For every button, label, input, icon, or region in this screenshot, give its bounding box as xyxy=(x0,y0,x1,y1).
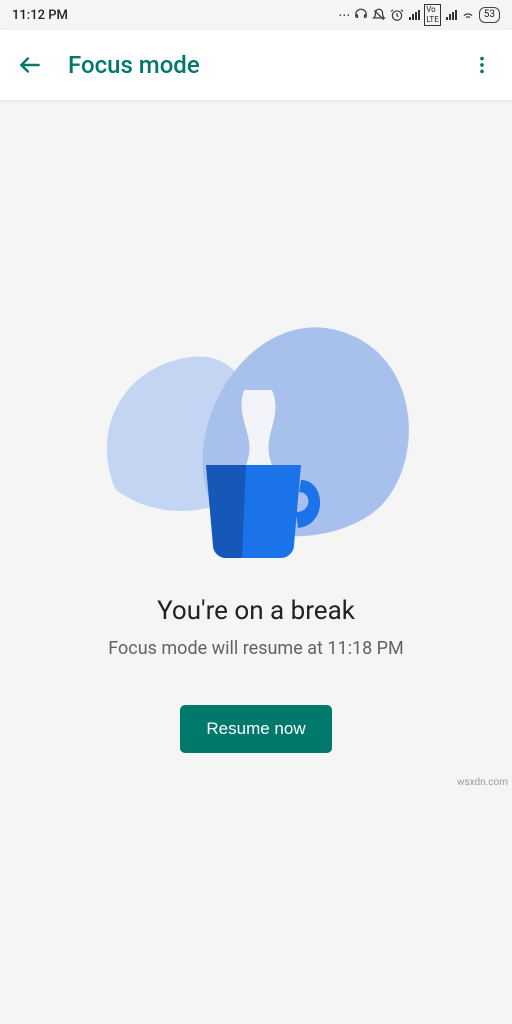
bell-muted-icon xyxy=(372,8,386,22)
headline-text: You're on a break xyxy=(157,596,355,626)
signal-icon xyxy=(408,9,420,21)
status-bar: 11:12 PM ⋯ VoLTE 53 xyxy=(0,0,512,30)
more-dots-icon: ⋯ xyxy=(338,8,350,22)
headphones-icon xyxy=(354,8,368,22)
more-options-button[interactable] xyxy=(462,45,502,85)
wifi-icon xyxy=(461,8,475,22)
break-illustration xyxy=(86,290,426,570)
back-button[interactable] xyxy=(10,45,50,85)
volte-icon: VoLTE xyxy=(424,4,441,26)
app-bar: Focus mode xyxy=(0,30,512,100)
watermark: wsxdn.com xyxy=(457,777,508,788)
battery-level: 53 xyxy=(479,7,500,23)
main-content: You're on a break Focus mode will resume… xyxy=(0,100,512,753)
status-icons: ⋯ VoLTE 53 xyxy=(338,4,500,26)
subtext: Focus mode will resume at 11:18 PM xyxy=(108,638,403,659)
status-time: 11:12 PM xyxy=(12,8,68,23)
resume-now-button[interactable]: Resume now xyxy=(180,705,331,753)
signal-icon-2 xyxy=(445,9,457,21)
page-title: Focus mode xyxy=(68,51,462,79)
alarm-icon xyxy=(390,8,404,22)
